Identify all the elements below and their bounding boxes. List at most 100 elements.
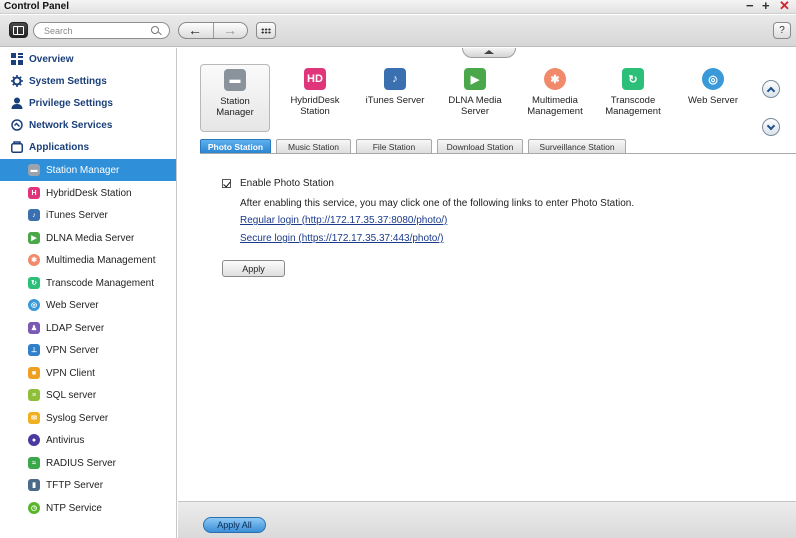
sidebar: Overview System Settings Privilege Setti… bbox=[0, 48, 177, 538]
app-dlna-media-server[interactable]: ▶ DLNA Media Server bbox=[440, 64, 510, 132]
enable-photo-station-checkbox[interactable] bbox=[222, 179, 231, 188]
sidebar-item-dlna-media-server[interactable]: ▶ DLNA Media Server bbox=[0, 227, 176, 249]
apps-grid-button[interactable] bbox=[256, 22, 276, 39]
sidebar-category-applications[interactable]: Applications bbox=[0, 136, 176, 158]
sidebar-item-label: SQL server bbox=[46, 389, 97, 401]
sidebar-item-label: iTunes Server bbox=[46, 209, 108, 221]
minimize-button[interactable]: − bbox=[746, 0, 754, 13]
sidebar-item-tftp-server[interactable]: ▮ TFTP Server bbox=[0, 474, 176, 496]
network-icon bbox=[11, 119, 23, 131]
nav-separator bbox=[213, 23, 214, 38]
itunes-icon: ♪ bbox=[28, 209, 40, 221]
forward-button[interactable]: → bbox=[223, 22, 237, 38]
search-icon[interactable] bbox=[151, 26, 159, 34]
globe-icon: ◎ bbox=[702, 68, 724, 90]
search-input[interactable] bbox=[44, 25, 144, 37]
sidebar-category-overview[interactable]: Overview bbox=[0, 48, 176, 70]
hybriddesk-icon: H bbox=[28, 187, 40, 199]
sidebar-category-privilege-settings[interactable]: Privilege Settings bbox=[0, 92, 176, 114]
scroll-up-button[interactable] bbox=[762, 80, 780, 98]
sidebar-item-label: NTP Service bbox=[46, 502, 102, 514]
sidebar-item-antivirus[interactable]: ● Antivirus bbox=[0, 429, 176, 451]
sidebar-item-label: Web Server bbox=[46, 299, 99, 311]
sidebar-item-ldap-server[interactable]: ♟ LDAP Server bbox=[0, 317, 176, 339]
sidebar-item-itunes-server[interactable]: ♪ iTunes Server bbox=[0, 204, 176, 226]
sidebar-item-label: Antivirus bbox=[46, 434, 85, 446]
applications-icon bbox=[11, 141, 23, 153]
app-label: HybridDesk Station bbox=[290, 95, 340, 117]
hybriddesk-icon: HD bbox=[304, 68, 326, 90]
tftp-icon: ▮ bbox=[28, 479, 40, 491]
transcode-icon: ↻ bbox=[28, 277, 40, 289]
sidebar-category-system-settings[interactable]: System Settings bbox=[0, 70, 176, 92]
tab-surveillance-station[interactable]: Surveillance Station bbox=[528, 139, 626, 153]
app-label: Transcode Management bbox=[605, 95, 661, 117]
navigation-group: ← → bbox=[178, 22, 248, 39]
sidebar-toggle-icon bbox=[13, 25, 24, 35]
title-bar: Control Panel − + ✕ bbox=[0, 0, 796, 14]
sidebar-category-network-services[interactable]: Network Services bbox=[0, 114, 176, 136]
app-label: Station Manager bbox=[216, 96, 254, 118]
window-title: Control Panel bbox=[4, 1, 70, 12]
sidebar-item-vpn-client[interactable]: ■ VPN Client bbox=[0, 362, 176, 384]
app-transcode-management[interactable]: ↻ Transcode Management bbox=[598, 64, 668, 132]
sidebar-item-label: TFTP Server bbox=[46, 479, 104, 491]
sidebar-item-station-manager[interactable]: ▬ Station Manager bbox=[0, 159, 176, 181]
sidebar-item-radius-server[interactable]: ≈ RADIUS Server bbox=[0, 452, 176, 474]
transcode-icon: ↻ bbox=[622, 68, 644, 90]
sidebar-item-label: Multimedia Management bbox=[46, 254, 156, 266]
sidebar-item-multimedia-management[interactable]: ✱ Multimedia Management bbox=[0, 249, 176, 271]
app-label: Multimedia Management bbox=[527, 95, 583, 117]
apply-button[interactable]: Apply bbox=[222, 260, 285, 277]
clock-icon: ◷ bbox=[28, 502, 40, 514]
sidebar-item-hybriddesk-station[interactable]: H HybridDesk Station bbox=[0, 182, 176, 204]
sidebar-category-label: Privilege Settings bbox=[29, 97, 113, 109]
radius-icon: ≈ bbox=[28, 457, 40, 469]
tab-download-station[interactable]: Download Station bbox=[437, 139, 523, 153]
app-icon-row: ▬ Station Manager HD HybridDesk Station … bbox=[178, 60, 796, 140]
app-station-manager[interactable]: ▬ Station Manager bbox=[200, 64, 270, 132]
chevron-down-icon bbox=[766, 121, 776, 130]
station-manager-icon: ▬ bbox=[224, 69, 246, 91]
dlna-icon: ▶ bbox=[464, 68, 486, 90]
sidebar-item-label: RADIUS Server bbox=[46, 457, 117, 469]
tab-music-station[interactable]: Music Station bbox=[276, 139, 351, 153]
footer-bar: Apply All bbox=[178, 501, 796, 538]
search-box[interactable] bbox=[33, 22, 170, 39]
sidebar-item-web-server[interactable]: ◎ Web Server bbox=[0, 294, 176, 316]
back-button[interactable]: ← bbox=[188, 22, 202, 38]
sidebar-item-label: Syslog Server bbox=[46, 412, 109, 424]
home-button[interactable] bbox=[9, 22, 28, 38]
vpn-server-icon: ⊥ bbox=[28, 344, 40, 356]
close-button[interactable]: ✕ bbox=[779, 0, 790, 13]
sidebar-item-label: VPN Client bbox=[46, 367, 95, 379]
maximize-button[interactable]: + bbox=[762, 0, 770, 13]
sidebar-item-ntp-service[interactable]: ◷ NTP Service bbox=[0, 497, 176, 519]
app-hybriddesk-station[interactable]: HD HybridDesk Station bbox=[280, 64, 350, 132]
apply-all-button[interactable]: Apply All bbox=[203, 517, 266, 533]
app-itunes-server[interactable]: ♪ iTunes Server bbox=[360, 64, 430, 132]
antivirus-icon: ● bbox=[28, 434, 40, 446]
enable-photo-station-row[interactable]: Enable Photo Station bbox=[222, 178, 334, 189]
sidebar-item-label: Transcode Management bbox=[46, 277, 155, 289]
tab-photo-station[interactable]: Photo Station bbox=[200, 139, 271, 153]
sidebar-item-label: HybridDesk Station bbox=[46, 187, 132, 199]
scroll-down-button[interactable] bbox=[762, 118, 780, 136]
help-button[interactable]: ? bbox=[773, 22, 791, 39]
envelope-icon: ✉ bbox=[28, 412, 40, 424]
itunes-icon: ♪ bbox=[384, 68, 406, 90]
sidebar-item-label: DLNA Media Server bbox=[46, 232, 135, 244]
tab-file-station[interactable]: File Station bbox=[356, 139, 432, 153]
app-multimedia-management[interactable]: ✱ Multimedia Management bbox=[520, 64, 590, 132]
sidebar-item-vpn-server[interactable]: ⊥ VPN Server bbox=[0, 339, 176, 361]
ldap-icon: ♟ bbox=[28, 322, 40, 334]
app-web-server[interactable]: ◎ Web Server bbox=[678, 64, 748, 132]
regular-login-link[interactable]: Regular login (http://172.17.35.37:8080/… bbox=[240, 215, 447, 226]
sidebar-item-syslog-server[interactable]: ✉ Syslog Server bbox=[0, 407, 176, 429]
sidebar-item-transcode-management[interactable]: ↻ Transcode Management bbox=[0, 272, 176, 294]
chevron-up-icon bbox=[766, 86, 776, 95]
secure-login-link[interactable]: Secure login (https://172.17.35.37:443/p… bbox=[240, 233, 443, 244]
collapse-panel-button[interactable] bbox=[462, 48, 516, 58]
user-icon bbox=[11, 97, 23, 109]
sidebar-item-sql-server[interactable]: ≡ SQL server bbox=[0, 384, 176, 406]
